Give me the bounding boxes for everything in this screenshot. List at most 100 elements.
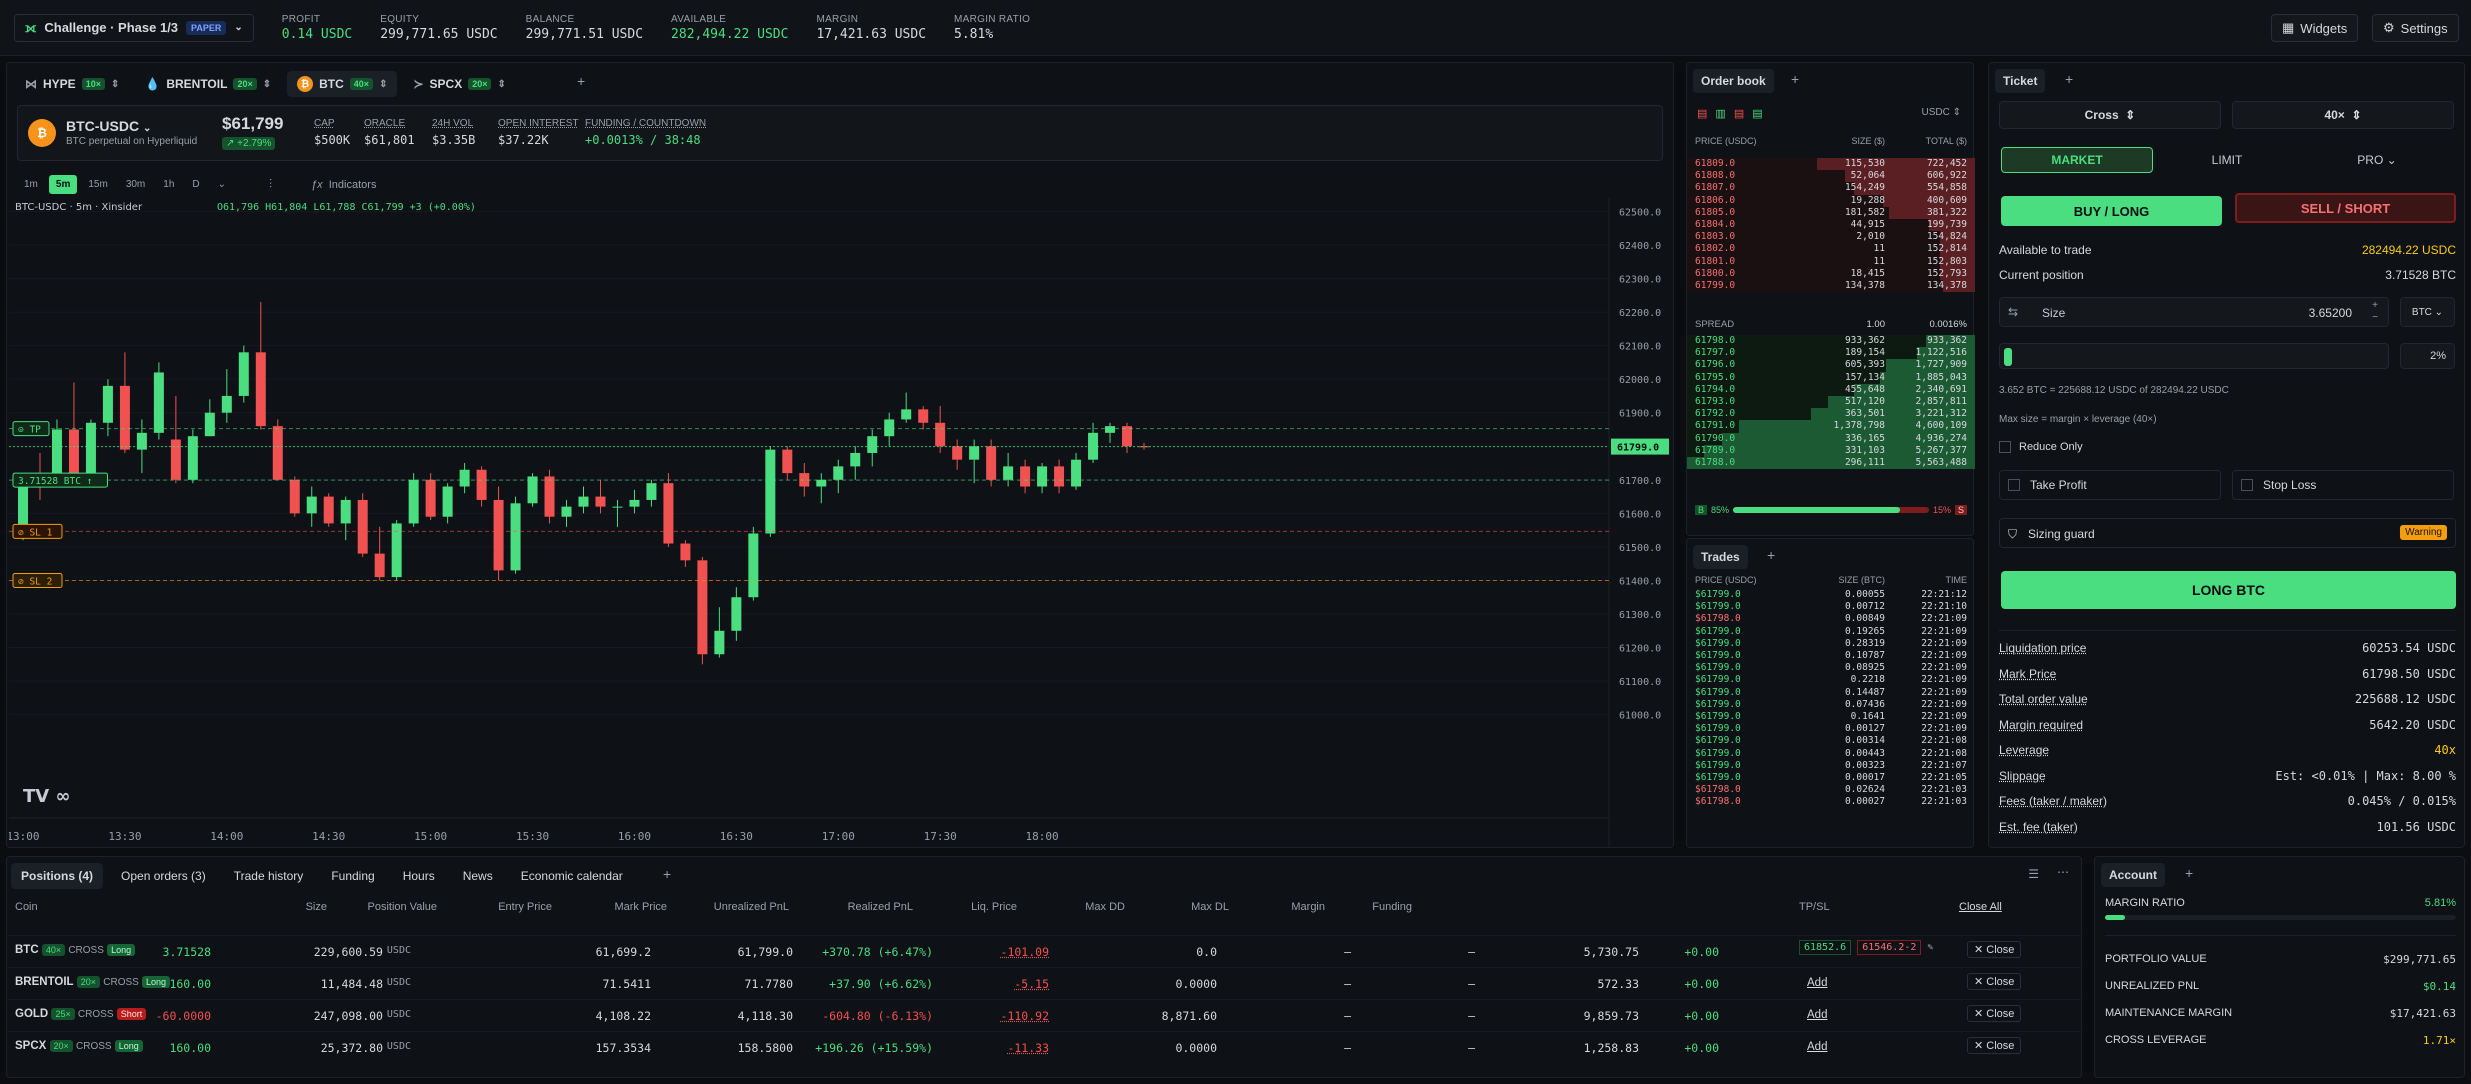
ask-row[interactable]: 61800.0 18,415 152,793: [1687, 267, 1975, 280]
bid-row[interactable]: 61792.0 363,501 3,221,312: [1687, 408, 1975, 421]
position-row[interactable]: GOLD 25× CROSS Short -60.0000 247,098.00 US…: [7, 999, 2083, 1031]
close-position-button[interactable]: ✕ Close: [1967, 1005, 2022, 1022]
bid-row[interactable]: 61794.0 455,648 2,340,691: [1687, 383, 1975, 396]
order-line-label[interactable]: ⊘ SL 2: [18, 576, 52, 587]
more-icon[interactable]: ⋯: [2057, 865, 2069, 879]
view-asks-icon[interactable]: ▤: [1734, 107, 1744, 120]
bid-row[interactable]: 61798.0 933,362 933,362: [1687, 335, 1975, 348]
tab-orderbook[interactable]: Order book: [1693, 69, 1774, 93]
tab-hours[interactable]: Hours: [393, 863, 445, 889]
ask-row[interactable]: 61808.0 52,064 606,922: [1687, 170, 1975, 183]
swap-icon[interactable]: ⇆: [2008, 305, 2018, 319]
tab-account[interactable]: Account: [2101, 863, 2165, 887]
tab-open-orders[interactable]: Open orders (3): [111, 863, 216, 889]
price-chart[interactable]: 62500.0 62400.0 62300.0 62200.0 62100.0 62000…: [9, 198, 1673, 848]
position-row[interactable]: BTC 40× CROSS Long 3.71528 229,600.59 USDC 6…: [7, 935, 2083, 967]
take-profit-toggle[interactable]: Take Profit: [1999, 470, 2221, 500]
tab-trade-history[interactable]: Trade history: [224, 863, 314, 889]
timeframe-5m[interactable]: 5m: [48, 175, 78, 194]
size-unit-select[interactable]: BTC ⌄: [2400, 297, 2455, 327]
chart-tab-brentoil[interactable]: 💧 BRENTOIL 20× ⇕: [135, 71, 281, 97]
size-stepper[interactable]: + −: [2372, 300, 2378, 324]
sizing-guard[interactable]: ⛉ Sizing guard Warning: [1999, 518, 2456, 548]
edit-icon[interactable]: ✎: [1921, 942, 1933, 953]
view-list-icon[interactable]: ▤: [1752, 107, 1762, 120]
challenge-selector[interactable]: ⟗ Challenge · Phase 1/3 PAPER ⌄: [14, 13, 254, 42]
add-tpsl-link[interactable]: Add: [1807, 1041, 1827, 1053]
leverage-select[interactable]: 40× ⇕: [2232, 101, 2454, 129]
bid-row[interactable]: 61789.0 331,103 5,267,377: [1687, 444, 1975, 457]
view-bids-icon[interactable]: ▥: [1715, 107, 1725, 120]
tab-news[interactable]: News: [453, 863, 503, 889]
submit-long-button[interactable]: LONG BTC: [2001, 571, 2456, 609]
filter-icon[interactable]: ☰: [2028, 867, 2039, 881]
indicators-button[interactable]: ƒx Indicators: [311, 179, 376, 191]
size-slider[interactable]: [1999, 343, 2389, 369]
tab-ticket[interactable]: Ticket: [1995, 69, 2046, 93]
order-line-label[interactable]: ⊙ TP: [18, 425, 41, 436]
bid-row[interactable]: 61795.0 157,134 1,885,043: [1687, 371, 1975, 384]
close-position-button[interactable]: ✕ Close: [1967, 973, 2022, 990]
add-chart-tab-button[interactable]: +: [577, 73, 585, 89]
ask-row[interactable]: 61805.0 181,582 381,322: [1687, 206, 1975, 219]
timeframe-30m[interactable]: 30m: [119, 175, 152, 194]
sell-short-button[interactable]: SELL / SHORT: [2235, 193, 2456, 223]
ask-row[interactable]: 61799.0 134,378 134,378: [1687, 280, 1975, 293]
add-tab-button[interactable]: +: [663, 866, 671, 882]
timeframe-1h[interactable]: 1h: [156, 175, 181, 194]
ask-row[interactable]: 61802.0 11 152,814: [1687, 243, 1975, 256]
market-pair[interactable]: BTC-USDC ⌄: [66, 118, 197, 134]
slider-handle[interactable]: [2004, 348, 2012, 366]
timeframe-1m[interactable]: 1m: [17, 175, 45, 194]
chart-tab-spcx[interactable]: ≻ SPCX 20× ⇕: [403, 71, 515, 97]
view-both-icon[interactable]: ▤: [1697, 107, 1707, 120]
add-tab-button[interactable]: +: [1791, 71, 1799, 87]
buy-long-button[interactable]: BUY / LONG: [2001, 196, 2222, 226]
ask-row[interactable]: 61804.0 44,915 199,739: [1687, 219, 1975, 232]
bid-row[interactable]: 61790.0 336,165 4,936,274: [1687, 432, 1975, 445]
order-type-limit[interactable]: LIMIT: [2151, 147, 2303, 173]
bid-row[interactable]: 61793.0 517,120 2,857,811: [1687, 396, 1975, 409]
tab-positions[interactable]: Positions (4): [11, 863, 104, 889]
tab-funding[interactable]: Funding: [321, 863, 384, 889]
settings-button[interactable]: ⚙ Settings: [2372, 14, 2459, 42]
chart-tab-btc[interactable]: ₿ BTC 40× ⇕: [287, 71, 398, 97]
close-position-button[interactable]: ✕ Close: [1967, 1037, 2022, 1054]
position-row[interactable]: SPCX 20× CROSS Long 160.00 25,372.80 USDC 15…: [7, 1031, 2083, 1063]
add-tab-button[interactable]: +: [2185, 865, 2193, 881]
add-tpsl-link[interactable]: Add: [1807, 1009, 1827, 1021]
ask-row[interactable]: 61801.0 11 152,803: [1687, 255, 1975, 268]
ask-row[interactable]: 61803.0 2,010 154,824: [1687, 231, 1975, 244]
chart-type-button[interactable]: ⫶: [269, 177, 272, 192]
add-tab-button[interactable]: +: [2065, 71, 2073, 87]
tab-economic-calendar[interactable]: Economic calendar: [511, 863, 633, 889]
bid-row[interactable]: 61796.0 605,393 1,727,909: [1687, 359, 1975, 372]
ask-row[interactable]: 61807.0 154,249 554,858: [1687, 182, 1975, 195]
timeframe-D[interactable]: D: [185, 175, 206, 194]
margin-mode-select[interactable]: Cross ⇕: [1999, 101, 2221, 129]
order-line-label[interactable]: ⊘ SL 1: [18, 527, 53, 538]
add-tab-button[interactable]: +: [1767, 547, 1775, 563]
stop-loss-toggle[interactable]: Stop Loss: [2232, 470, 2454, 500]
chevron-down-icon[interactable]: ⌄: [211, 175, 233, 194]
position-row[interactable]: BRENTOIL 20× CROSS Long 160.00 11,484.48 US…: [7, 967, 2083, 999]
widgets-button[interactable]: ▦ Widgets: [2271, 14, 2359, 42]
ask-row[interactable]: 61806.0 19,288 400,609: [1687, 194, 1975, 207]
order-type-market[interactable]: MARKET: [2001, 147, 2153, 173]
chart-tab-hype[interactable]: ⋈ HYPE 10× ⇕: [15, 71, 129, 97]
tpsl-values[interactable]: 61852.6 61546.2-2 ✎: [1799, 940, 1933, 955]
quote-selector[interactable]: USDC ⇕: [1921, 107, 1961, 118]
bid-row[interactable]: 61791.0 1,378,798 4,600,109: [1687, 420, 1975, 433]
bid-row[interactable]: 61788.0 296,111 5,563,488: [1687, 457, 1975, 470]
column-header[interactable]: Close All: [1959, 901, 2002, 913]
ask-row[interactable]: 61809.0 115,530 722,452: [1687, 158, 1975, 171]
timeframe-15m[interactable]: 15m: [81, 175, 114, 194]
reduce-only-checkbox[interactable]: Reduce Only: [1999, 441, 2083, 453]
size-percent-input[interactable]: 2%: [2400, 343, 2455, 369]
size-input[interactable]: ⇆ Size 3.65200 + −: [1999, 297, 2389, 327]
order-type-pro[interactable]: PRO ⌄: [2301, 147, 2453, 173]
order-line-label[interactable]: 3.71528 BTC ↑: [18, 476, 92, 487]
add-tpsl-link[interactable]: Add: [1807, 977, 1827, 989]
bid-row[interactable]: 61797.0 189,154 1,122,516: [1687, 347, 1975, 360]
tab-trades[interactable]: Trades: [1693, 545, 1748, 569]
